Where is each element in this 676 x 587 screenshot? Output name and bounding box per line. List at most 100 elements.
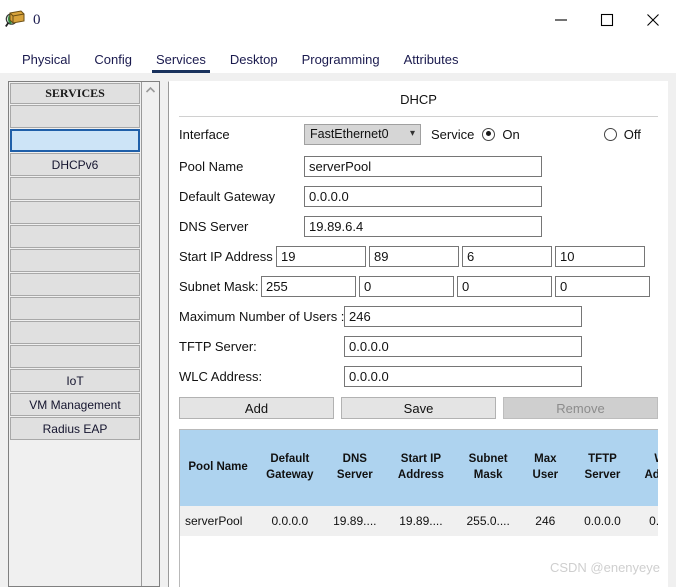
wlc-address-label: WLC Address:: [179, 368, 263, 384]
start-ip-octet-2[interactable]: 89: [369, 245, 459, 267]
pool-name-value: serverPool: [309, 158, 372, 174]
tftp-server-label: TFTP Server:: [179, 338, 257, 354]
close-icon[interactable]: [630, 0, 676, 40]
services-sidebar: SERVICES DHCPv6 IoT VM Management Radius…: [8, 81, 160, 587]
sidebar-item-9[interactable]: [10, 321, 140, 344]
action-buttons: Add Save Remove: [179, 397, 658, 419]
tab-attributes[interactable]: Attributes: [392, 52, 471, 73]
start-ip-octet-3-value: 6: [467, 248, 475, 264]
sidebar-item-dhcpv6[interactable]: DHCPv6: [10, 153, 140, 176]
dhcp-form: Interface FastEthernet0 ▾ Service On Off: [169, 117, 668, 587]
start-ip-label: Start IP Address :: [179, 248, 280, 264]
device-config-window: 0 Physical Config Services Desktop Progr…: [0, 0, 676, 587]
wlc-address-value: 0.0.0.0: [349, 368, 389, 384]
subnet-mask-octet-2[interactable]: 0: [359, 275, 454, 297]
remove-button[interactable]: Remove: [503, 397, 658, 419]
start-ip-octet-1[interactable]: 19: [276, 245, 366, 267]
tab-services[interactable]: Services: [144, 52, 218, 73]
th-dns-server: DNS Server: [323, 430, 387, 506]
maximize-icon[interactable]: [584, 0, 630, 40]
interface-select[interactable]: FastEthernet0 ▾: [304, 123, 421, 145]
cell-wlc-address: 0.0.0.0: [634, 506, 658, 536]
pool-table-header-row: Pool Name Default Gateway DNS Server Sta…: [180, 430, 658, 506]
th-subnet-mask: Subnet Mask: [455, 430, 521, 506]
radio-on-indicator: [482, 127, 496, 141]
cell-pool-name: serverPool: [180, 506, 257, 536]
cell-start-ip-address: 19.89....: [386, 506, 456, 536]
cell-dns-server: 19.89....: [323, 506, 387, 536]
row-interface: Interface FastEthernet0 ▾ Service On Off: [179, 117, 658, 151]
table-row[interactable]: serverPool 0.0.0.0 19.89.... 19.89.... 2…: [180, 506, 658, 536]
tftp-server-input[interactable]: 0.0.0.0: [344, 335, 582, 357]
dns-server-input[interactable]: 19.89.6.4: [304, 215, 542, 237]
title-bar: 0: [0, 0, 676, 40]
sidebar-item-5[interactable]: [10, 225, 140, 248]
subnet-mask-octet-1[interactable]: 255: [261, 275, 356, 297]
th-tftp-server: TFTP Server: [569, 430, 635, 506]
server-magnifier-icon: [4, 8, 28, 32]
pool-table-body: serverPool 0.0.0.0 19.89.... 19.89.... 2…: [180, 506, 658, 536]
sidebar-scrollbar[interactable]: [142, 82, 159, 586]
cell-subnet-mask: 255.0....: [455, 506, 521, 536]
service-off-radio[interactable]: Off: [603, 126, 641, 142]
service-on-radio[interactable]: On: [482, 126, 520, 142]
pool-name-label: Pool Name: [179, 158, 244, 174]
interface-label: Interface: [179, 126, 230, 142]
start-ip-octet-4-value: 10: [560, 248, 575, 264]
subnet-mask-octet-2-value: 0: [364, 278, 372, 294]
row-start-ip: Start IP Address : 19 89 6 10: [179, 241, 658, 271]
sidebar-item-3[interactable]: [10, 177, 140, 200]
dhcp-panel: DHCP Interface FastEthernet0 ▾ Service O…: [168, 81, 668, 587]
dns-server-value: 19.89.6.4: [309, 218, 364, 234]
tftp-server-value: 0.0.0.0: [349, 338, 389, 354]
pool-name-input[interactable]: serverPool: [304, 155, 542, 177]
wlc-address-input[interactable]: 0.0.0.0: [344, 365, 582, 387]
services-list: SERVICES DHCPv6 IoT VM Management Radius…: [9, 82, 142, 586]
sidebar-item-dhcp[interactable]: [10, 129, 140, 152]
subnet-mask-octets: 255 0 0 0: [261, 275, 650, 297]
sidebar-item-10[interactable]: [10, 345, 140, 368]
th-pool-name: Pool Name: [180, 430, 257, 506]
radio-off-indicator: [603, 127, 617, 141]
subnet-mask-octet-3-value: 0: [462, 278, 470, 294]
cell-max-user: 246: [520, 506, 570, 536]
service-on-label: On: [502, 126, 520, 142]
sidebar-item-4[interactable]: [10, 201, 140, 224]
sidebar-item-6[interactable]: [10, 249, 140, 272]
tab-bar: Physical Config Services Desktop Program…: [0, 40, 676, 73]
th-wlc-address: WLC Address: [634, 430, 658, 506]
tab-programming[interactable]: Programming: [290, 52, 392, 73]
start-ip-octet-3[interactable]: 6: [462, 245, 552, 267]
add-button[interactable]: Add: [179, 397, 334, 419]
chevron-down-icon: ▾: [409, 128, 415, 139]
start-ip-octet-2-value: 89: [374, 248, 389, 264]
subnet-mask-label: Subnet Mask:: [179, 278, 259, 294]
max-users-input[interactable]: 246: [344, 305, 582, 327]
start-ip-octet-4[interactable]: 10: [555, 245, 645, 267]
row-max-users: Maximum Number of Users : 246: [179, 301, 658, 331]
default-gateway-input[interactable]: 0.0.0.0: [304, 185, 542, 207]
sidebar-item-radius-eap[interactable]: Radius EAP: [10, 417, 140, 440]
tab-config[interactable]: Config: [82, 52, 144, 73]
cell-default-gateway: 0.0.0.0: [256, 506, 324, 536]
sidebar-item-iot[interactable]: IoT: [10, 369, 140, 392]
max-users-value: 246: [349, 308, 371, 324]
sidebar-item-0[interactable]: [10, 105, 140, 128]
sidebar-item-vm-management[interactable]: VM Management: [10, 393, 140, 416]
minimize-icon[interactable]: [538, 0, 584, 40]
row-pool-name: Pool Name serverPool: [179, 151, 658, 181]
tab-desktop[interactable]: Desktop: [218, 52, 290, 73]
th-max-user: Max User: [520, 430, 570, 506]
service-off-label: Off: [623, 126, 641, 142]
row-wlc-address: WLC Address: 0.0.0.0: [179, 361, 658, 391]
subnet-mask-octet-3[interactable]: 0: [457, 275, 552, 297]
tab-physical[interactable]: Physical: [10, 52, 82, 73]
chevron-up-icon[interactable]: [142, 82, 159, 99]
max-users-label: Maximum Number of Users :: [179, 308, 345, 324]
sidebar-item-7[interactable]: [10, 273, 140, 296]
default-gateway-value: 0.0.0.0: [309, 188, 349, 204]
save-button[interactable]: Save: [341, 397, 496, 419]
subnet-mask-octet-4[interactable]: 0: [555, 275, 650, 297]
sidebar-item-8[interactable]: [10, 297, 140, 320]
subnet-mask-octet-4-value: 0: [560, 278, 568, 294]
